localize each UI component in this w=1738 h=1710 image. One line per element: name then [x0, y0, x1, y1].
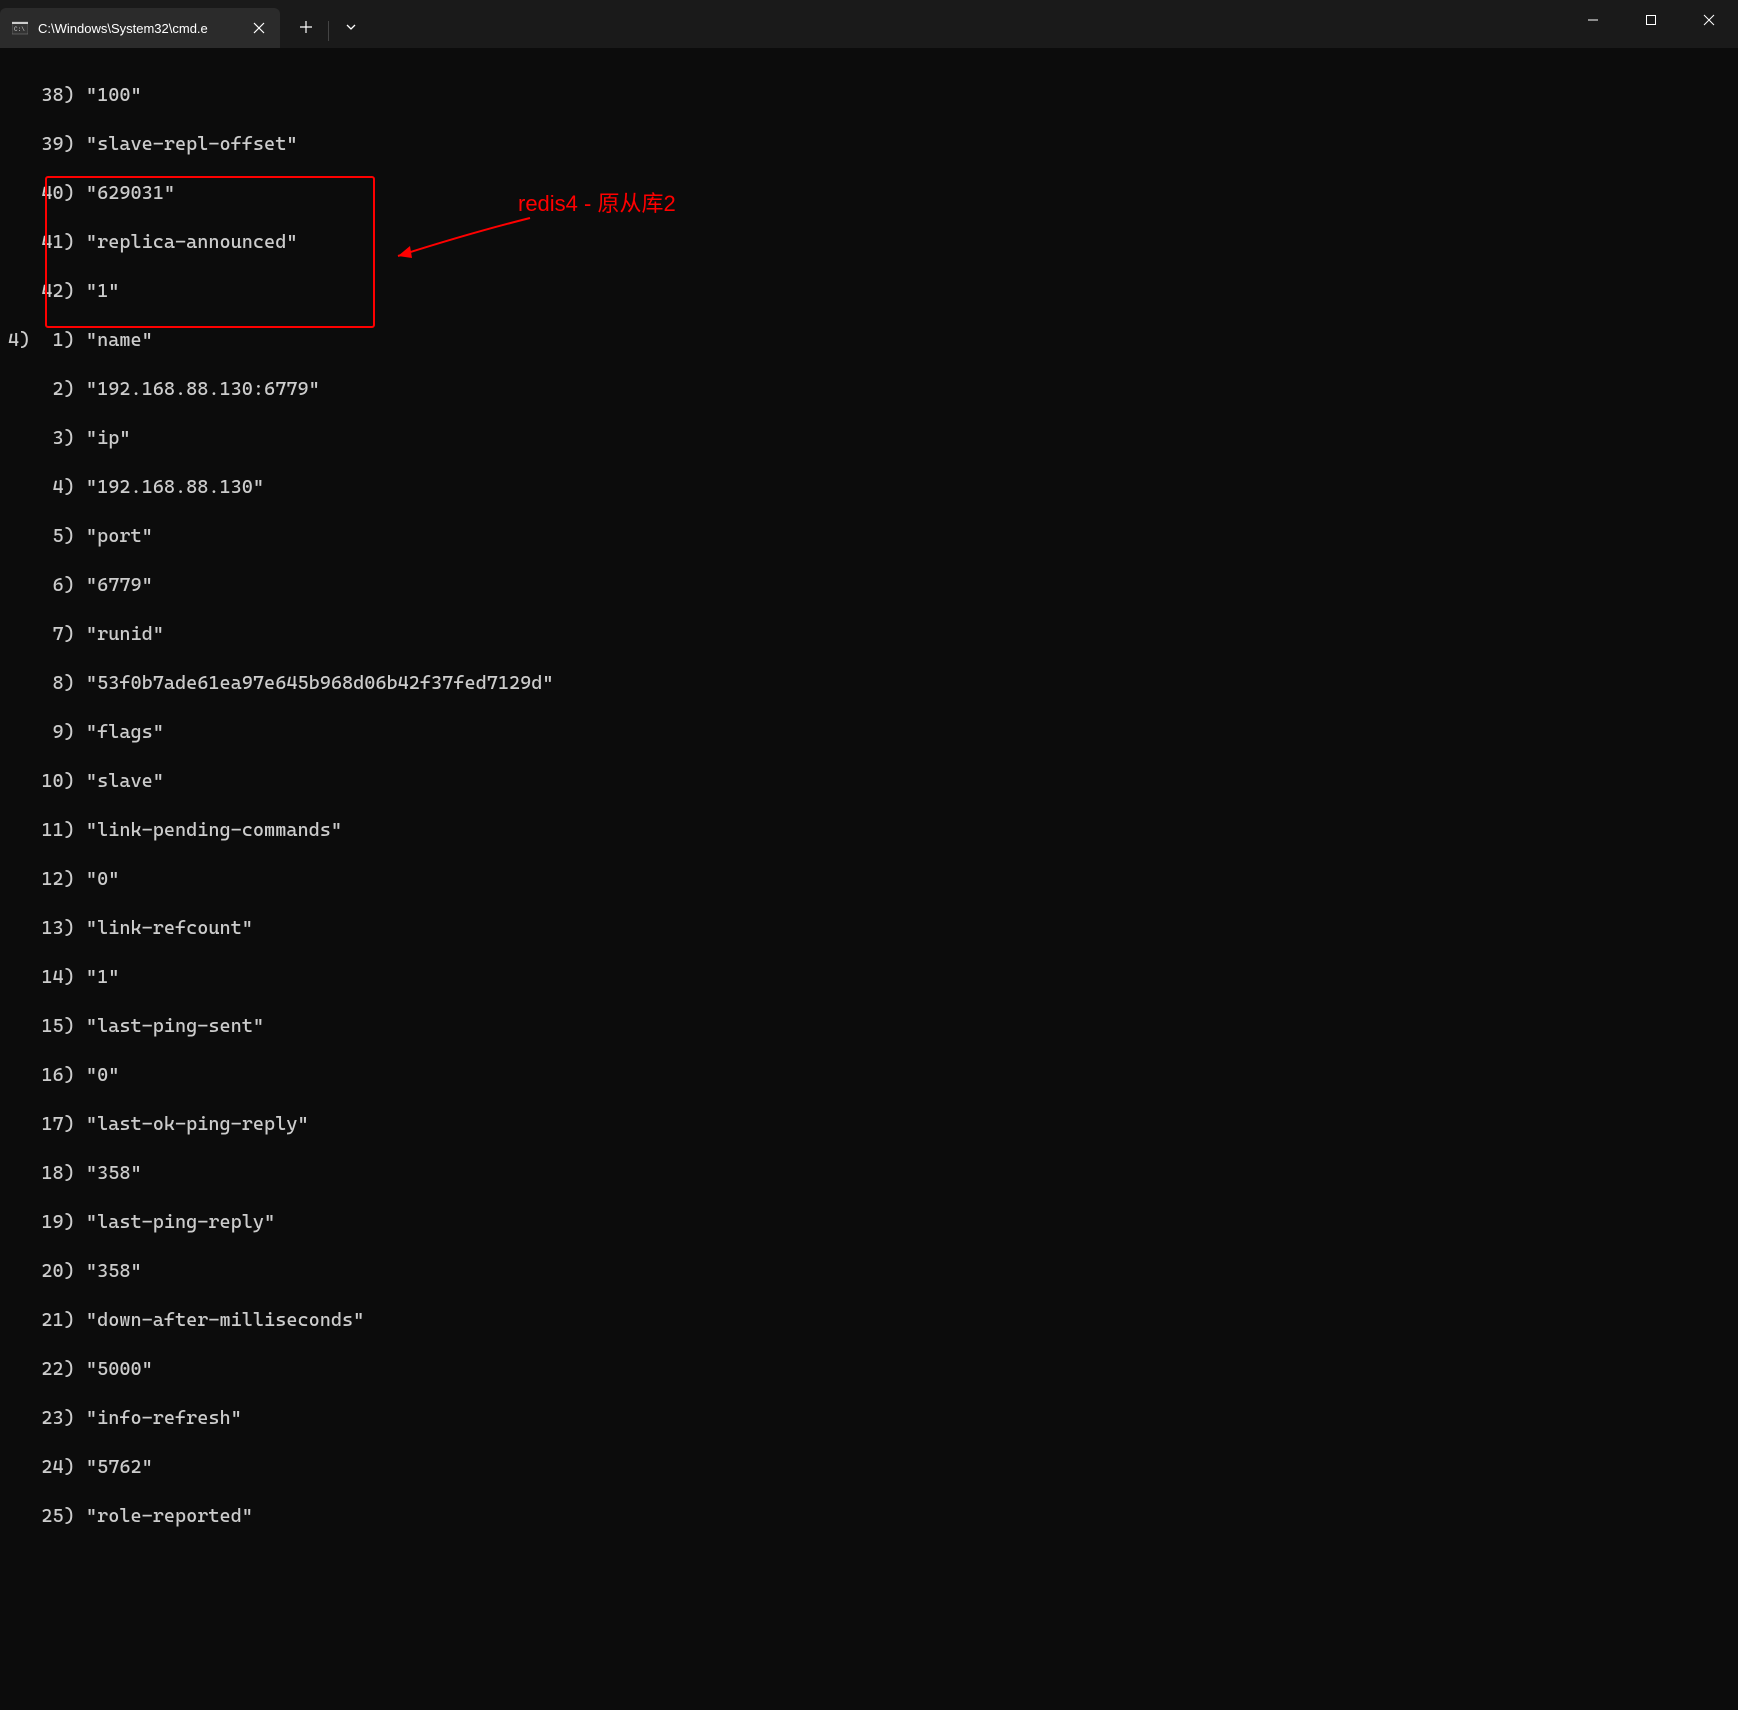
output-line: 40) "629031": [8, 181, 1730, 206]
output-line: 20) "358": [8, 1259, 1730, 1284]
close-tab-button[interactable]: [250, 19, 268, 37]
output-line: 10) "slave": [8, 769, 1730, 794]
output-line: 25) "role-reported": [8, 1504, 1730, 1529]
svg-text:C:\: C:\: [14, 26, 25, 33]
new-tab-button[interactable]: [288, 9, 324, 45]
output-line: 22) "5000": [8, 1357, 1730, 1382]
output-line: 14) "1": [8, 965, 1730, 990]
output-line: 16) "0": [8, 1063, 1730, 1088]
output-line: 9) "flags": [8, 720, 1730, 745]
output-line: 38) "100": [8, 83, 1730, 108]
title-bar: C:\ C:\Windows\System32\cmd.e: [0, 0, 1738, 48]
close-window-button[interactable]: [1680, 0, 1738, 40]
output-line: 7) "runid": [8, 622, 1730, 647]
output-line: 3) "ip": [8, 426, 1730, 451]
output-line: 4) 1) "name": [8, 328, 1730, 353]
terminal-output: 38) "100" 39) "slave-repl-offset" 40) "6…: [0, 48, 1738, 1710]
tab-title: C:\Windows\System32\cmd.e: [38, 21, 240, 36]
output-line: 17) "last-ok-ping-reply": [8, 1112, 1730, 1137]
output-line: 5) "port": [8, 524, 1730, 549]
output-line: 6) "6779": [8, 573, 1730, 598]
output-line: 39) "slave-repl-offset": [8, 132, 1730, 157]
terminal-tab[interactable]: C:\ C:\Windows\System32\cmd.e: [0, 8, 280, 48]
output-line: 12) "0": [8, 867, 1730, 892]
output-line: 18) "358": [8, 1161, 1730, 1186]
window-controls: [1564, 0, 1738, 40]
output-line: 11) "link-pending-commands": [8, 818, 1730, 843]
output-line: 15) "last-ping-sent": [8, 1014, 1730, 1039]
output-line: 19) "last-ping-reply": [8, 1210, 1730, 1235]
output-line: 2) "192.168.88.130:6779": [8, 377, 1730, 402]
output-line: 13) "link-refcount": [8, 916, 1730, 941]
output-line: 24) "5762": [8, 1455, 1730, 1480]
output-line: 41) "replica-announced": [8, 230, 1730, 255]
maximize-button[interactable]: [1622, 0, 1680, 40]
output-line: 4) "192.168.88.130": [8, 475, 1730, 500]
minimize-button[interactable]: [1564, 0, 1622, 40]
tab-dropdown-button[interactable]: [333, 9, 369, 45]
output-line: 8) "53f0b7ade61ea97e645b968d06b42f37fed7…: [8, 671, 1730, 696]
output-line: 21) "down-after-milliseconds": [8, 1308, 1730, 1333]
tab-divider: [328, 21, 329, 41]
output-line: 42) "1": [8, 279, 1730, 304]
output-line: 23) "info-refresh": [8, 1406, 1730, 1431]
cmd-icon: C:\: [12, 20, 28, 36]
